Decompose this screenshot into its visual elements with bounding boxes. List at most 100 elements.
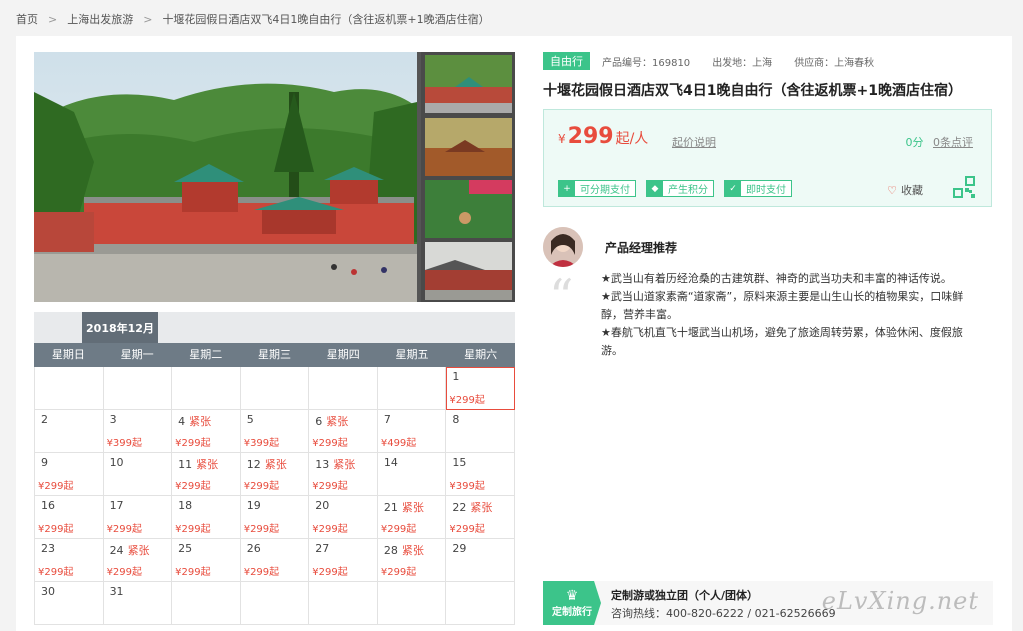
favorite-button[interactable]: ♡ 收藏 bbox=[887, 182, 923, 198]
day-number: 31 bbox=[110, 585, 124, 598]
day-number-text: 28 bbox=[383, 544, 398, 557]
custom-title: 定制游或独立团（个人/团体） bbox=[611, 589, 759, 602]
calendar-day[interactable]: 17 ¥299起 bbox=[103, 496, 173, 539]
day-number-text: 13 bbox=[315, 458, 330, 471]
calendar-day[interactable]: 6 紧张 ¥299起 bbox=[309, 410, 378, 453]
calendar-day: 29 bbox=[446, 539, 515, 582]
day-number: 8 bbox=[452, 413, 459, 426]
calendar-day bbox=[35, 367, 104, 410]
calendar-day bbox=[240, 582, 310, 625]
product-title: 十堰花园假日酒店双飞4日1晚自由行（含往返机票+1晚酒店住宿） bbox=[543, 83, 962, 99]
day-number: 30 bbox=[41, 585, 55, 598]
day-number: 21 紧张 bbox=[384, 499, 424, 515]
weekday-label: 星期四 bbox=[326, 348, 360, 361]
calendar-day[interactable]: 20 ¥299起 bbox=[309, 496, 378, 539]
day-number: 12 紧张 bbox=[247, 456, 287, 472]
thumbnail-1[interactable] bbox=[425, 55, 512, 113]
price-explain-link[interactable]: 起价说明 bbox=[672, 134, 716, 150]
thumbnail-4[interactable] bbox=[425, 242, 512, 300]
weekday-label: 星期三 bbox=[258, 348, 292, 361]
day-price: ¥299起 bbox=[175, 438, 211, 449]
price-value: 299 bbox=[567, 124, 614, 149]
day-number: 25 bbox=[178, 542, 192, 555]
reviews-link[interactable]: 0条点评 bbox=[933, 136, 973, 149]
recommendation-line: ★春航飞机直飞十堰武当山机场，避免了旅途周转劳累，体验休闲、度假旅游。 bbox=[601, 326, 963, 357]
day-number-text: 14 bbox=[383, 456, 398, 469]
day-price: ¥299起 bbox=[243, 524, 280, 535]
day-number-text: 30 bbox=[41, 585, 55, 598]
calendar-day bbox=[446, 582, 515, 625]
day-number: 5 bbox=[247, 413, 254, 426]
installment-icon: + bbox=[559, 181, 575, 196]
day-number-text: 2 bbox=[41, 413, 48, 426]
calendar-day[interactable]: 1 ¥299起 bbox=[446, 367, 515, 410]
day-number-text: 22 bbox=[452, 501, 467, 514]
qr-code-icon[interactable] bbox=[953, 176, 975, 198]
calendar-day bbox=[240, 367, 310, 410]
calendar-day[interactable]: 7 ¥499起 bbox=[377, 410, 447, 453]
day-price: ¥299起 bbox=[380, 524, 417, 535]
calendar-day[interactable]: 23 ¥299起 bbox=[35, 539, 104, 582]
calendar-day[interactable]: 5 ¥399起 bbox=[240, 410, 310, 453]
calendar-day[interactable]: 18 ¥299起 bbox=[172, 496, 241, 539]
day-number-text: 15 bbox=[452, 456, 467, 469]
custom-logo-label: 定制旅行 bbox=[552, 606, 592, 618]
main-photo[interactable] bbox=[34, 52, 417, 302]
weekday-header: 星期日 星期一 星期二 星期三 星期四 星期五 星期六 bbox=[34, 343, 515, 367]
calendar-day: 2 bbox=[35, 410, 104, 453]
thumbnail-2[interactable] bbox=[425, 118, 512, 176]
rating: 0分 0条点评 bbox=[906, 134, 974, 150]
calendar-day[interactable]: 15 ¥399起 bbox=[446, 453, 515, 496]
weekday-label: 星期六 bbox=[464, 348, 498, 361]
day-price: ¥299起 bbox=[106, 567, 143, 578]
calendar-day bbox=[172, 582, 241, 625]
day-number: 10 bbox=[110, 456, 124, 469]
calendar-grid: 1 ¥299起 2 3 ¥399起 4 紧张 ¥299起 5 ¥399起 6 紧张 ¥299起 7 ¥499… bbox=[34, 367, 515, 625]
calendar-day[interactable]: 19 ¥299起 bbox=[240, 496, 310, 539]
day-price: ¥299起 bbox=[449, 395, 485, 406]
calendar-day[interactable]: 27 ¥299起 bbox=[309, 539, 378, 582]
day-price: ¥299起 bbox=[243, 567, 280, 578]
month-tab[interactable]: 2018年12月 bbox=[82, 312, 158, 343]
calendar-day[interactable]: 24 紧张 ¥299起 bbox=[103, 539, 173, 582]
calendar-day[interactable]: 16 ¥299起 bbox=[35, 496, 104, 539]
day-number-text: 18 bbox=[178, 499, 193, 512]
calendar-day[interactable]: 12 紧张 ¥299起 bbox=[240, 453, 310, 496]
calendar-day[interactable]: 11 紧张 ¥299起 bbox=[172, 453, 241, 496]
day-number: 24 紧张 bbox=[110, 542, 150, 558]
breadcrumb-separator: > bbox=[48, 12, 58, 26]
calendar-day[interactable]: 21 紧张 ¥299起 bbox=[377, 496, 447, 539]
calendar-day[interactable]: 13 紧张 ¥299起 bbox=[309, 453, 378, 496]
recommendation-line: ★武当山有着历经沧桑的古建筑群、神奇的武当功夫和丰富的神话传说。 bbox=[601, 272, 952, 285]
breadcrumb: 首页 > 上海出发旅游 > 十堰花园假日酒店双飞4日1晚自由行（含往返机票+1晚… bbox=[16, 11, 490, 27]
day-number-text: 8 bbox=[452, 413, 460, 426]
availability-tag: 紧张 bbox=[401, 501, 424, 514]
day-number: 3 bbox=[110, 413, 117, 426]
calendar-day[interactable]: 26 ¥299起 bbox=[240, 539, 310, 582]
custom-travel-banner[interactable]: ♛ 定制旅行 定制游或独立团（个人/团体） 咨询热线：400-820-6222 … bbox=[543, 581, 993, 625]
calendar-day[interactable]: 3 ¥399起 bbox=[103, 410, 173, 453]
day-number: 17 bbox=[110, 499, 124, 512]
calendar-day[interactable]: 9 ¥299起 bbox=[35, 453, 104, 496]
calendar-day[interactable]: 28 紧张 ¥299起 bbox=[377, 539, 447, 582]
calendar-day[interactable]: 25 ¥299起 bbox=[172, 539, 241, 582]
day-number-text: 10 bbox=[109, 456, 124, 469]
day-number: 27 bbox=[315, 542, 329, 555]
day-price: ¥299起 bbox=[106, 524, 143, 535]
day-number: 18 bbox=[178, 499, 192, 512]
day-number-text: 24 bbox=[109, 544, 124, 557]
thumbnail-3[interactable] bbox=[425, 180, 512, 238]
calendar-day[interactable]: 22 紧张 ¥299起 bbox=[446, 496, 515, 539]
day-price: ¥299起 bbox=[175, 567, 211, 578]
day-number: 7 bbox=[384, 413, 391, 426]
diamond-icon: ◆ bbox=[647, 181, 663, 196]
price-calendar: 2018年12月 星期日 星期一 星期二 星期三 星期四 星期五 星期六 1 ¥299起 2 3 ¥… bbox=[34, 312, 515, 625]
recommendation-line: ★武当山道家素斋“道家斋”，原料来源主要是山生山长的植物果实，口味鲜醇，营养丰富… bbox=[601, 290, 964, 321]
day-number: 11 紧张 bbox=[178, 456, 218, 472]
price: ¥ 299 起/人 bbox=[558, 124, 648, 149]
check-icon: ✓ bbox=[725, 181, 741, 196]
breadcrumb-home[interactable]: 首页 bbox=[16, 11, 38, 27]
calendar-day[interactable]: 4 紧张 ¥299起 bbox=[172, 410, 241, 453]
day-price: ¥299起 bbox=[38, 567, 74, 578]
breadcrumb-departure[interactable]: 上海出发旅游 bbox=[67, 11, 133, 27]
